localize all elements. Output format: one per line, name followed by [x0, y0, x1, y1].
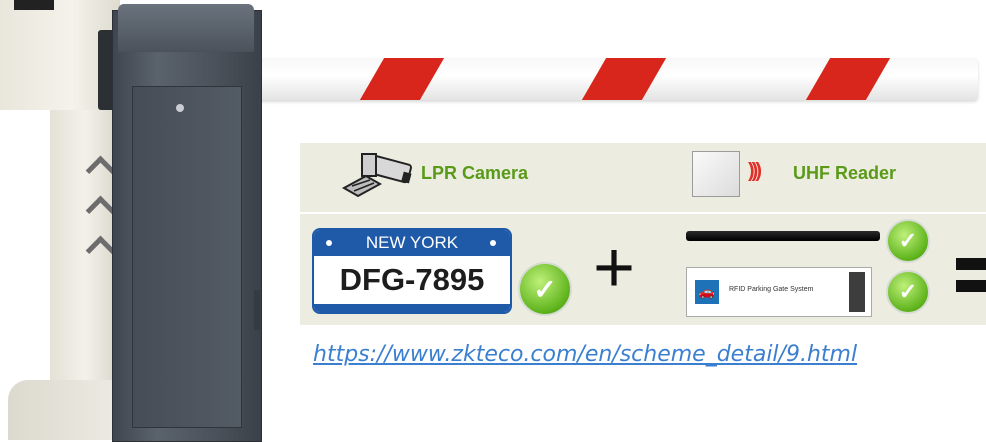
lpr-camera-label: LPR Camera: [421, 163, 529, 183]
kiosk-screen: [14, 0, 54, 10]
license-plate: NEW YORK DFG-7895: [312, 228, 512, 314]
source-link[interactable]: https://www.zkteco.com/en/scheme_detail/…: [313, 342, 857, 367]
lock-icon: [176, 104, 184, 112]
plus-icon: +: [593, 228, 636, 308]
rfid-card-text: RFID Parking Gate System: [729, 286, 814, 293]
check-icon: ✓: [518, 262, 572, 316]
rfid-card: 🚗 RFID Parking Gate System: [686, 267, 872, 317]
rfid-card-chip: [849, 272, 865, 312]
plate-bottom-bar: [314, 304, 510, 312]
rfid-tag-strip: [686, 231, 880, 241]
security-camera-icon: [341, 153, 412, 198]
equals-icon: [956, 258, 986, 270]
panel-divider: [300, 212, 986, 214]
check-icon: ✓: [886, 219, 930, 263]
plate-state: NEW YORK: [365, 233, 459, 252]
ticket-kiosk-body: [50, 110, 120, 410]
uhf-reader-device: [692, 151, 740, 197]
rf-signal-icon: ))): [748, 160, 762, 182]
equals-icon: [956, 280, 986, 292]
car-icon: 🚗: [695, 280, 719, 304]
cabinet-door: [132, 86, 242, 428]
cabinet-hinge: [254, 290, 260, 330]
cabinet-top-cap: [118, 4, 254, 52]
plate-number: DFG-7895: [339, 262, 485, 297]
check-icon: ✓: [886, 270, 930, 314]
uhf-reader-label: UHF Reader: [793, 163, 897, 183]
